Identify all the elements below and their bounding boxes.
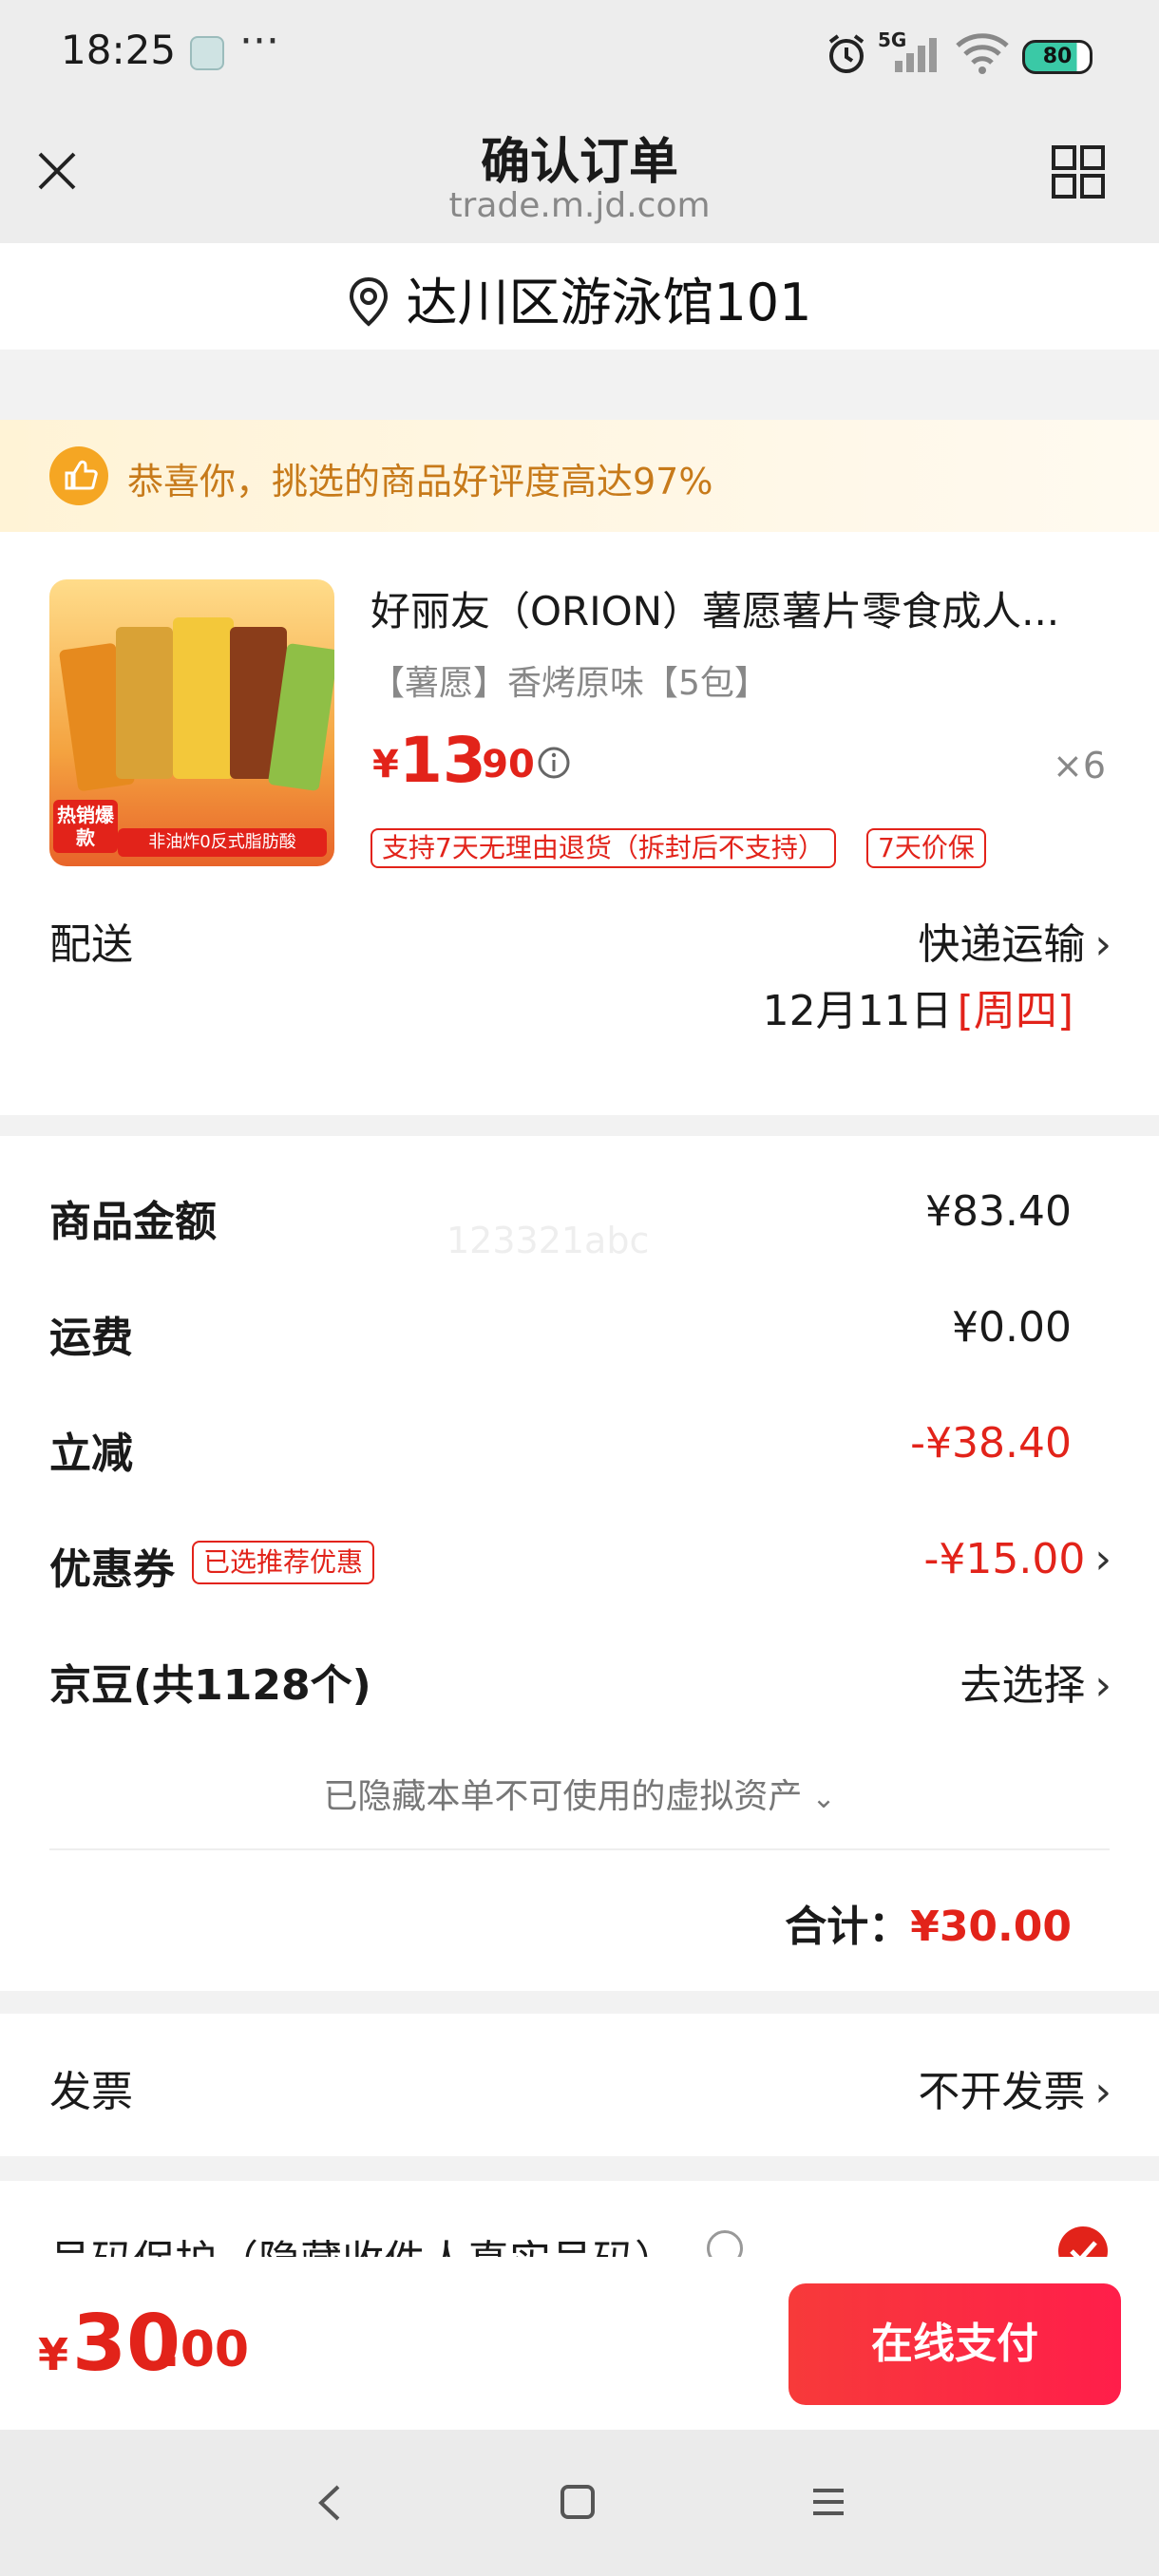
more-status-icon: ··· xyxy=(239,17,279,66)
coupon-row[interactable]: -¥15.00 › xyxy=(787,1535,1112,1583)
page-title: 确认订单 xyxy=(480,134,678,191)
jingdou-action: 去选择 xyxy=(960,1661,1086,1710)
delivery-method-row[interactable]: 快递运输 › xyxy=(836,910,1112,971)
recent-apps-nav-icon[interactable] xyxy=(809,2483,847,2525)
home-nav-icon[interactable] xyxy=(559,2483,597,2525)
page-url: trade.m.jd.com xyxy=(448,186,711,225)
app-notification-icon xyxy=(190,36,224,70)
goods-amount: ¥83.40 xyxy=(925,1187,1072,1236)
hot-sale-badge: 热销爆款 xyxy=(53,800,118,853)
jingdou-row[interactable]: 去选择 › xyxy=(787,1651,1112,1712)
coupon-amount: -¥15.00 xyxy=(923,1535,1086,1583)
delivery-method: 快递运输 xyxy=(918,920,1086,969)
chevron-down-icon: ⌄ xyxy=(811,1782,836,1815)
total-row: 合计：¥30.00 xyxy=(570,1892,1072,1953)
divider xyxy=(49,1848,1110,1850)
price-protect-tag: 7天价保 xyxy=(866,828,986,868)
total-label: 合计： xyxy=(785,1903,911,1951)
coupon-label: 优惠券 xyxy=(49,1545,175,1594)
pay-online-button[interactable]: 在线支付 xyxy=(788,2283,1121,2405)
chevron-right-icon: › xyxy=(1094,1535,1112,1583)
rating-text: 恭喜你，挑选的商品好评度高达97% xyxy=(127,461,713,502)
delivery-date-row[interactable]: 12月11日 [周四] xyxy=(722,976,1074,1037)
status-time: 18:25 xyxy=(61,27,177,73)
price-info-icon[interactable] xyxy=(536,745,572,781)
chevron-right-icon: › xyxy=(1094,2068,1112,2116)
grid-menu-icon[interactable] xyxy=(1051,144,1106,199)
privacy-section[interactable]: 号码保护（隐藏收件人真实号码） xyxy=(0,2181,1159,2257)
product-quantity: ×6 xyxy=(1053,745,1107,786)
return-policy-tag: 支持7天无理由退货（拆封后不支持） xyxy=(370,828,836,868)
goods-amount-label: 商品金额 xyxy=(49,1198,217,1246)
discount-label: 立减 xyxy=(49,1430,133,1478)
delivery-date: 12月11日 xyxy=(762,987,953,1035)
bottom-price-symbol: ¥ xyxy=(38,2329,69,2380)
back-nav-icon[interactable] xyxy=(312,2481,350,2529)
privacy-label: 号码保护（隐藏收件人真实号码） xyxy=(49,2226,676,2257)
product-image[interactable]: 热销爆款 非油炸0反式脂肪酸 xyxy=(49,579,334,866)
jingdou-label: 京豆(共1128个) xyxy=(49,1661,371,1710)
privacy-info-icon[interactable] xyxy=(707,2230,743,2257)
hidden-assets-toggle[interactable]: 已隐藏本单不可使用的虚拟资产 ⌄ xyxy=(0,1769,1159,1818)
price-symbol: ¥ xyxy=(372,743,399,786)
product-name[interactable]: 好丽友（ORION）薯愿薯片零食成人... xyxy=(370,579,1112,637)
alarm-icon xyxy=(825,32,868,80)
invoice-value: 不开发票 xyxy=(918,2068,1086,2116)
discount-amount: -¥38.40 xyxy=(910,1419,1072,1468)
thumbs-up-icon xyxy=(49,446,108,505)
location-pin-icon xyxy=(350,276,389,327)
delivery-label: 配送 xyxy=(49,920,133,969)
feature-badge: 非油炸0反式脂肪酸 xyxy=(118,828,327,857)
price-decimal: .90 xyxy=(467,743,535,786)
watermark: 123321abc xyxy=(446,1220,650,1261)
battery-icon: 80 xyxy=(1022,40,1092,74)
wifi-icon xyxy=(954,30,1011,80)
shipping-label: 运费 xyxy=(49,1314,133,1362)
delivery-address[interactable]: 达川区游泳馆101 xyxy=(0,260,1159,335)
bottom-price-decimal: .00 xyxy=(162,2321,250,2378)
chevron-right-icon: › xyxy=(1094,1661,1112,1710)
address-text: 达川区游泳馆101 xyxy=(406,273,812,332)
hidden-assets-text: 已隐藏本单不可使用的虚拟资产 xyxy=(323,1777,803,1816)
privacy-checkbox-checked[interactable] xyxy=(1058,2226,1108,2257)
coupon-tag: 已选推荐优惠 xyxy=(192,1541,375,1584)
invoice-label: 发票 xyxy=(49,2068,133,2116)
delivery-weekday: [周四] xyxy=(957,987,1074,1035)
product-spec[interactable]: 【薯愿】香烤原味【5包】 xyxy=(370,655,769,705)
battery-level: 80 xyxy=(1042,45,1073,68)
chevron-right-icon: › xyxy=(1094,920,1112,969)
shipping-fee: ¥0.00 xyxy=(952,1303,1072,1352)
total-amount: ¥30.00 xyxy=(910,1903,1072,1951)
invoice-row[interactable]: 不开发票 › xyxy=(787,2057,1112,2118)
